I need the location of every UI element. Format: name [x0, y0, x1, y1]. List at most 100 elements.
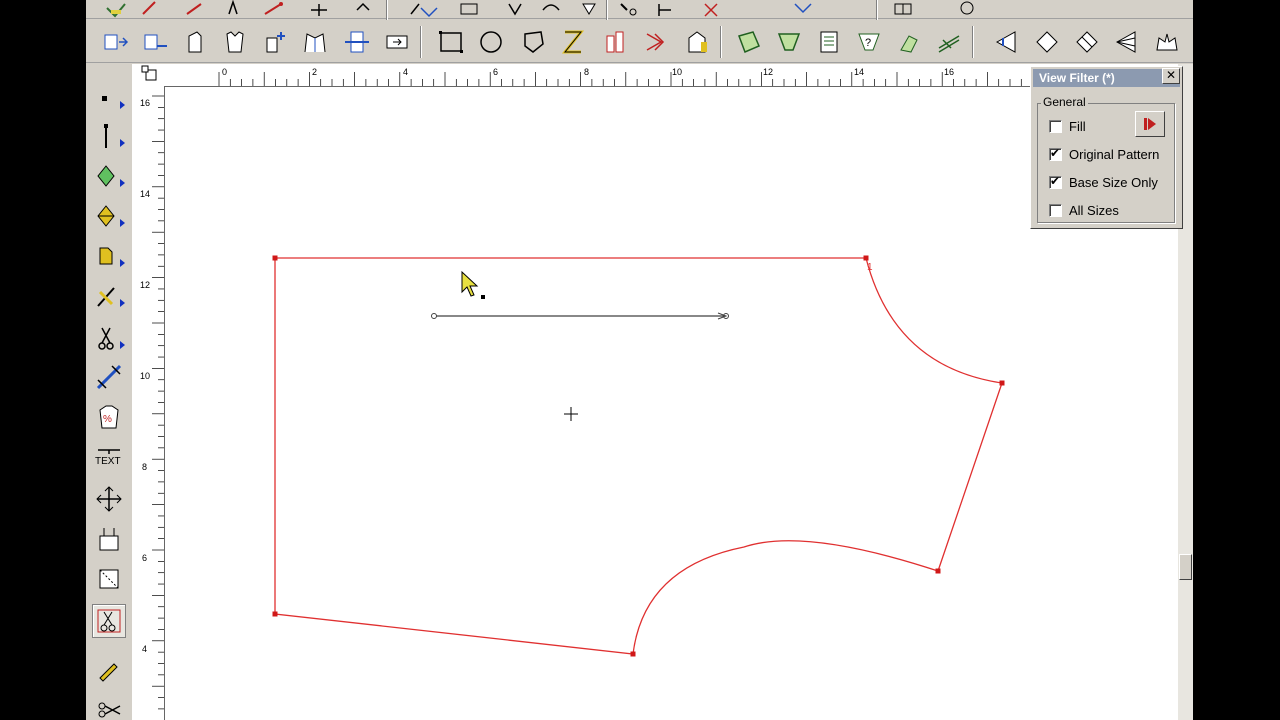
base-size-only-row[interactable]: Base Size Only	[1049, 173, 1158, 191]
fill-play-button[interactable]	[1135, 111, 1165, 137]
hruler-label: 6	[493, 67, 499, 77]
split-icon[interactable]	[138, 25, 172, 59]
vruler-label: 8	[142, 462, 148, 472]
hatch-icon[interactable]	[932, 25, 966, 59]
rotate-icon[interactable]	[534, 0, 568, 21]
pattern-point[interactable]	[935, 568, 941, 574]
notch-icon[interactable]	[452, 0, 486, 21]
pattern-piece-outline[interactable]	[274, 257, 1003, 655]
shirt-icon[interactable]	[218, 25, 252, 59]
tree-icon[interactable]	[302, 0, 336, 21]
hruler-label: 8	[584, 67, 590, 77]
vertical-ruler: 16 14 12 10 8 6 4	[132, 86, 165, 720]
line-tool-icon[interactable]	[92, 120, 126, 154]
stack-tool-icon[interactable]	[92, 522, 126, 556]
all-sizes-checkbox[interactable]	[1049, 203, 1062, 217]
text-tool-icon[interactable]: TEXT	[92, 440, 126, 474]
arrow-icon[interactable]	[100, 0, 134, 21]
shears-icon[interactable]	[92, 694, 126, 720]
hruler-label: 0	[222, 67, 228, 77]
vruler-label: 12	[140, 280, 151, 290]
align-icon[interactable]	[98, 25, 132, 59]
pin-icon[interactable]	[216, 0, 250, 21]
vcross-icon[interactable]	[786, 0, 820, 21]
trace-icon[interactable]	[556, 25, 590, 59]
table-icon[interactable]	[812, 25, 846, 59]
fold-icon[interactable]	[380, 25, 414, 59]
left-toolbox: % TEXT	[86, 64, 133, 720]
point-tool-icon[interactable]	[92, 82, 126, 116]
dart-icon[interactable]	[638, 25, 672, 59]
all-sizes-row[interactable]: All Sizes	[1049, 201, 1119, 219]
svg-text:?: ?	[865, 37, 871, 49]
cross-icon[interactable]	[694, 0, 728, 21]
hruler-label: 12	[763, 67, 774, 77]
snap-icon[interactable]	[612, 0, 646, 21]
polygon-icon[interactable]	[516, 25, 550, 59]
edit-tool-icon[interactable]	[92, 280, 126, 314]
sleeve-icon[interactable]	[598, 25, 632, 59]
piece-icon[interactable]	[178, 25, 212, 59]
all-sizes-label: All Sizes	[1069, 202, 1119, 218]
original-pattern-label: Original Pattern	[1069, 146, 1160, 162]
hruler-label: 14	[854, 67, 865, 77]
fill-tool-icon[interactable]	[92, 200, 126, 234]
add-piece-icon[interactable]	[258, 25, 292, 59]
select-icon[interactable]	[572, 0, 606, 21]
open-icon[interactable]	[950, 0, 984, 21]
diamond-tool-icon[interactable]	[92, 160, 126, 194]
grade-icon[interactable]	[412, 0, 446, 21]
hand-icon[interactable]	[892, 25, 926, 59]
pattern-point[interactable]	[272, 611, 278, 617]
original-pattern-row[interactable]: Original Pattern	[1049, 145, 1159, 163]
grid-icon[interactable]	[886, 0, 920, 21]
general-group-label: General	[1041, 95, 1088, 109]
pattern-point[interactable]	[272, 255, 278, 261]
pencil-icon[interactable]	[134, 0, 168, 21]
query-icon[interactable]: ?	[852, 25, 886, 59]
pattern-point[interactable]	[999, 380, 1005, 386]
pattern-point[interactable]	[630, 651, 636, 657]
measure-icon[interactable]	[648, 0, 682, 21]
chain-tool-icon[interactable]	[92, 360, 126, 394]
seam-icon[interactable]	[498, 0, 532, 21]
ruler-diag-icon[interactable]	[1030, 25, 1064, 59]
page-tool-icon[interactable]	[92, 240, 126, 274]
tab-icon[interactable]	[680, 25, 714, 59]
fan-icon[interactable]	[1110, 25, 1144, 59]
circle-icon[interactable]	[474, 25, 508, 59]
view-filter-panel: View Filter (*) ✕ General Fill Original …	[1030, 66, 1183, 229]
base-size-only-checkbox[interactable]	[1049, 174, 1062, 189]
scale-icon[interactable]	[346, 0, 380, 21]
ruler-corner[interactable]	[132, 64, 165, 87]
marker-tool-icon[interactable]	[92, 562, 126, 596]
drawing-area[interactable]: 0 2 4 6 8 10 12 14 16 16 14 12 10 8 6 4	[132, 64, 1182, 720]
pattern-point[interactable]	[863, 255, 869, 261]
mirror-icon[interactable]	[340, 25, 374, 59]
vertex-icon[interactable]	[256, 0, 290, 21]
shear-icon[interactable]	[1070, 25, 1104, 59]
cut-piece-icon[interactable]	[92, 604, 126, 638]
grade-shirt-icon[interactable]: %	[92, 400, 126, 434]
tag-icon[interactable]	[732, 25, 766, 59]
pleat-icon[interactable]	[298, 25, 332, 59]
vruler-label: 6	[142, 553, 148, 563]
scissors-tool-icon[interactable]	[92, 322, 126, 356]
fill-checkbox[interactable]	[1049, 119, 1062, 133]
fill-checkbox-row[interactable]: Fill	[1049, 117, 1086, 135]
crown-icon[interactable]	[1150, 25, 1184, 59]
vruler-label: 10	[140, 371, 151, 381]
original-pattern-checkbox[interactable]	[1049, 146, 1062, 161]
line-icon[interactable]	[178, 0, 212, 21]
vertical-scroll-thumb[interactable]	[1179, 554, 1192, 580]
view-filter-close-button[interactable]: ✕	[1162, 68, 1180, 84]
cone-icon[interactable]	[990, 25, 1024, 59]
rect-icon[interactable]	[434, 25, 468, 59]
label-icon[interactable]	[772, 25, 806, 59]
pencil-tool-icon[interactable]	[92, 654, 126, 688]
move-tool-icon[interactable]	[92, 482, 126, 516]
grain-line[interactable]	[431, 312, 729, 320]
hruler-label: 2	[312, 67, 318, 77]
view-filter-title[interactable]: View Filter (*)	[1033, 69, 1180, 87]
text-tool-label: TEXT	[95, 456, 121, 467]
